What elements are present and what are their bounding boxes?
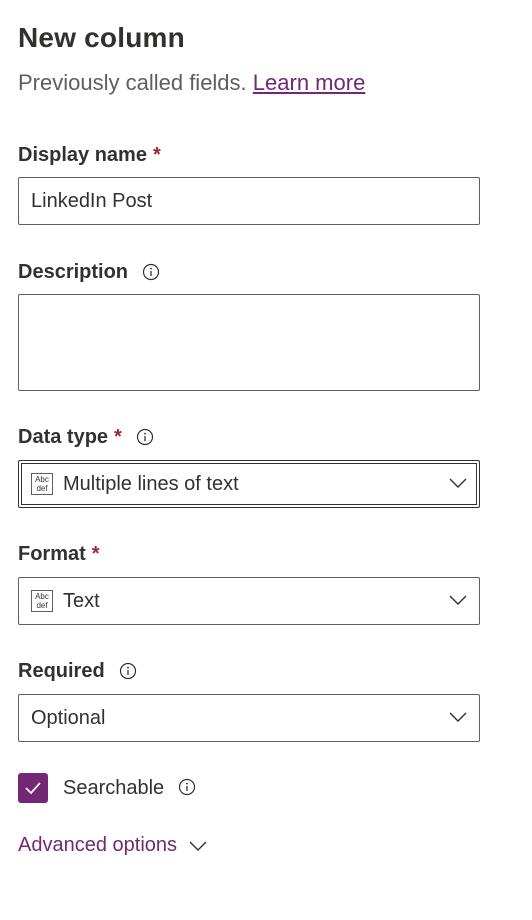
display-name-label-text: Display name bbox=[18, 144, 147, 166]
format-dropdown[interactable]: Abc def Text bbox=[18, 577, 480, 625]
searchable-label: Searchable bbox=[63, 776, 165, 799]
required-asterisk: * bbox=[152, 144, 161, 166]
description-label: Description bbox=[18, 261, 160, 284]
data-type-label-text: Data type bbox=[18, 426, 109, 448]
data-type-label: Data type * bbox=[18, 426, 153, 449]
required-asterisk: * bbox=[114, 426, 122, 448]
page-title: New column bbox=[18, 22, 185, 53]
chevron-down-icon bbox=[449, 712, 467, 722]
required-value: Optional bbox=[31, 706, 106, 729]
display-name-input[interactable]: LinkedIn Post bbox=[18, 177, 480, 225]
format-label-text: Format bbox=[18, 543, 86, 565]
info-icon[interactable] bbox=[142, 263, 160, 280]
description-label-text: Description bbox=[18, 261, 129, 283]
chevron-down-icon bbox=[189, 841, 207, 851]
new-column-panel: New column Previously called fields. Lea… bbox=[0, 0, 532, 920]
searchable-checkbox[interactable] bbox=[18, 773, 48, 803]
searchable-row: Searchable bbox=[18, 773, 196, 803]
description-textarea[interactable] bbox=[18, 294, 480, 391]
data-type-dropdown[interactable]: Abc def Multiple lines of text bbox=[18, 460, 480, 508]
display-name-value: LinkedIn Post bbox=[31, 190, 153, 212]
format-value: Text bbox=[63, 589, 100, 612]
display-name-label: Display name * bbox=[18, 144, 161, 167]
subtitle: Previously called fields. Learn more bbox=[18, 70, 365, 96]
advanced-options-label: Advanced options bbox=[18, 834, 178, 856]
info-icon[interactable] bbox=[119, 662, 136, 679]
chevron-down-icon bbox=[449, 595, 467, 605]
advanced-options-toggle[interactable]: Advanced options bbox=[18, 834, 207, 857]
abc-def-icon: Abc def bbox=[31, 590, 53, 612]
chevron-down-icon bbox=[449, 478, 467, 488]
required-asterisk: * bbox=[91, 543, 100, 565]
data-type-value: Multiple lines of text bbox=[63, 472, 239, 495]
format-label: Format * bbox=[18, 543, 100, 566]
checkmark-icon bbox=[25, 782, 41, 795]
required-label-text: Required bbox=[18, 660, 105, 682]
info-icon[interactable] bbox=[136, 428, 153, 445]
subtitle-text: Previously called fields. bbox=[18, 70, 247, 95]
required-label: Required bbox=[18, 660, 136, 683]
abc-def-icon: Abc def bbox=[31, 473, 53, 495]
learn-more-link[interactable]: Learn more bbox=[253, 70, 366, 95]
required-dropdown[interactable]: Optional bbox=[18, 694, 480, 742]
info-icon[interactable] bbox=[178, 778, 196, 796]
